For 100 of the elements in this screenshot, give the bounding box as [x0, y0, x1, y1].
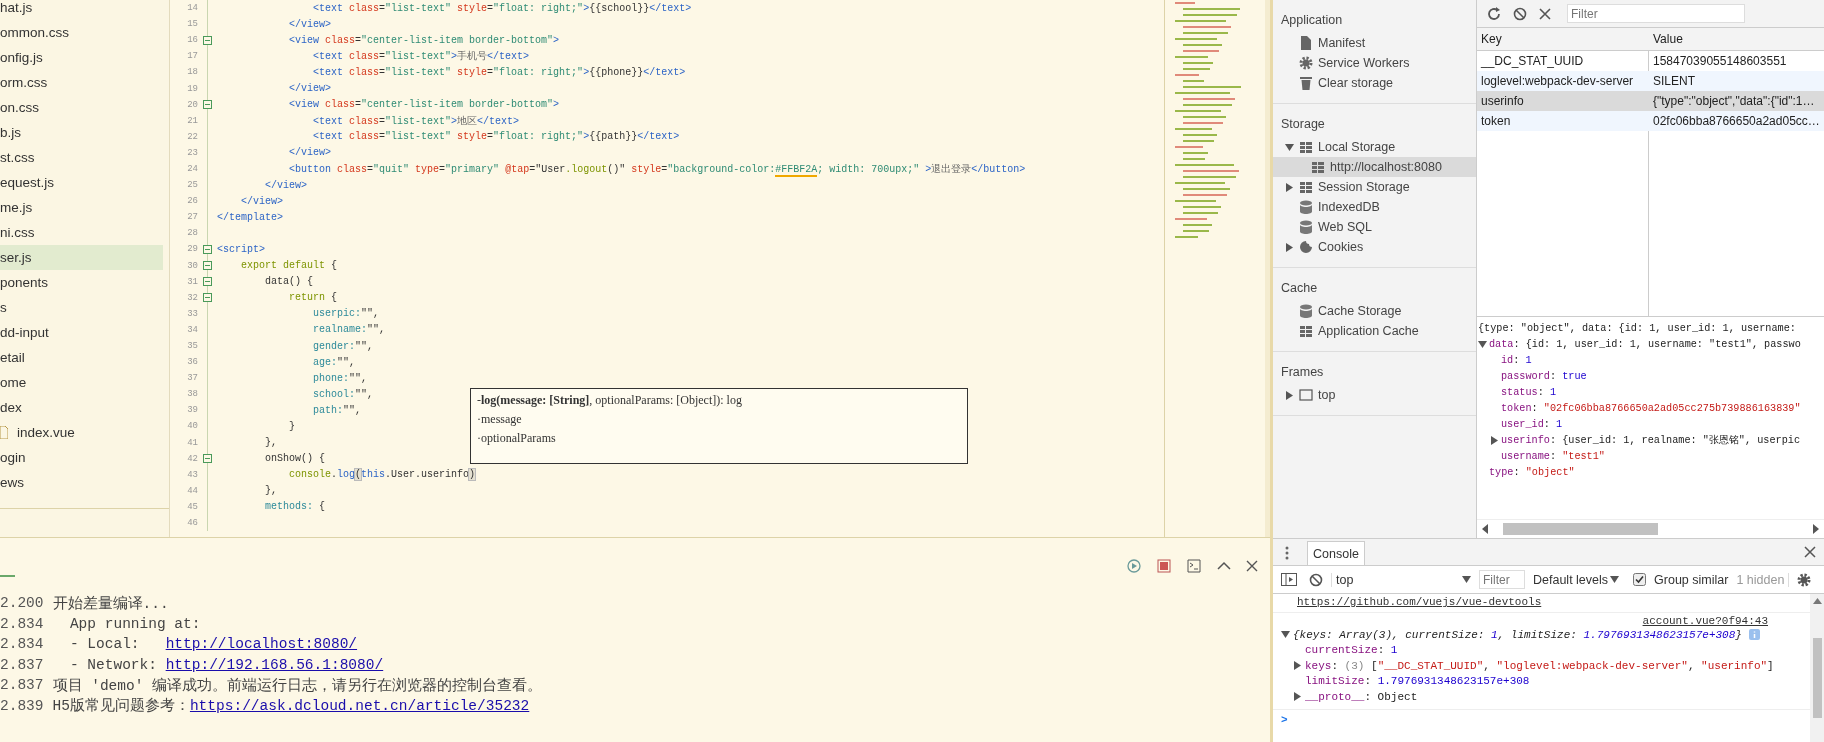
- close-icon[interactable]: [1246, 560, 1258, 572]
- column-header[interactable]: Value: [1649, 32, 1824, 46]
- prompt-caret[interactable]: >: [1281, 713, 1288, 726]
- source-link[interactable]: account.vue?0f94:43: [1642, 615, 1768, 627]
- sidebar-item[interactable]: Clear storage: [1318, 76, 1394, 90]
- restart-icon[interactable]: [1126, 558, 1142, 574]
- column-header[interactable]: Key: [1477, 32, 1649, 46]
- log-message: - Local: http://localhost:8080/: [68, 636, 358, 653]
- fold-minus-icon[interactable]: [203, 100, 212, 110]
- terminal-icon[interactable]: [1186, 558, 1202, 574]
- triangle-down-icon[interactable]: [1281, 630, 1290, 640]
- sidebar-item[interactable]: Cookies: [1318, 240, 1364, 254]
- database-icon: [1299, 304, 1313, 318]
- block-icon[interactable]: [1309, 572, 1323, 587]
- file-tree-item[interactable]: onfig.js: [0, 50, 43, 65]
- table-row[interactable]: token 02fc06bba8766650a2ad05cc…: [1477, 111, 1824, 131]
- file-tree-item[interactable]: dd-input: [0, 325, 49, 340]
- fold-minus-icon[interactable]: [203, 277, 212, 287]
- property-line: password: true: [1501, 370, 1587, 382]
- line-number: 22: [186, 131, 198, 142]
- settings-icon[interactable]: [1797, 572, 1812, 587]
- file-tree-item[interactable]: ommon.css: [0, 25, 70, 40]
- property-line: data: {id: 1, user_id: 1, username: "test1", passwo: [1489, 338, 1801, 350]
- sidebar-item[interactable]: Web SQL: [1318, 220, 1372, 234]
- sidebar-item[interactable]: Session Storage: [1318, 180, 1410, 194]
- file-tree-item[interactable]: hat.js: [0, 0, 33, 15]
- triangle-right-icon[interactable]: [1293, 661, 1302, 671]
- file-tree-item[interactable]: ews: [0, 475, 24, 490]
- code-line: <button class="quit" type="primary" @tap="User.logout()" style="background-color:#FFBF2A; width: 700upx;" >退出登录</button>: [288, 162, 1026, 176]
- file-tree-item[interactable]: dex: [0, 400, 22, 415]
- triangle-right-icon[interactable]: [1285, 242, 1294, 252]
- triangle-right-icon[interactable]: [1285, 182, 1294, 192]
- line-number: 14: [186, 3, 198, 14]
- refresh-icon[interactable]: [1487, 6, 1501, 21]
- caret-down-icon[interactable]: [1610, 576, 1620, 583]
- stop-icon[interactable]: [1156, 558, 1172, 574]
- sidebar-item[interactable]: Application Cache: [1318, 324, 1419, 338]
- triangle-down-icon[interactable]: [1285, 142, 1294, 152]
- sidebar-item[interactable]: Local Storage: [1318, 140, 1396, 154]
- file-tree-item[interactable]: ponents: [0, 275, 49, 290]
- checkbox[interactable]: [1633, 573, 1647, 586]
- sidebar-item[interactable]: Service Workers: [1318, 56, 1410, 70]
- code-line: },: [264, 485, 277, 497]
- sidebar-item[interactable]: Cache Storage: [1318, 304, 1402, 318]
- line-number: 41: [186, 437, 198, 448]
- fold-minus-icon[interactable]: [203, 244, 212, 254]
- close-icon[interactable]: [1804, 546, 1816, 558]
- scroll-left-icon[interactable]: [1481, 524, 1489, 534]
- file-tree-item[interactable]: me.js: [0, 200, 33, 215]
- fold-minus-icon[interactable]: [203, 261, 212, 271]
- file-tree-item[interactable]: ni.css: [0, 225, 35, 240]
- log-link[interactable]: http://localhost:8080/: [165, 636, 358, 653]
- triangle-right-icon[interactable]: [1293, 692, 1302, 702]
- scroll-up-icon[interactable]: [1812, 598, 1822, 604]
- log-link[interactable]: http://192.168.56.1:8080/: [165, 656, 384, 673]
- file-tree-item[interactable]: b.js: [0, 125, 21, 140]
- sidebar-toggle-icon[interactable]: [1281, 573, 1297, 586]
- levels-dropdown[interactable]: Default levels: [1533, 572, 1609, 587]
- sidebar-item[interactable]: IndexedDB: [1318, 200, 1380, 214]
- scrollbar-thumb[interactable]: [1812, 638, 1822, 718]
- triangle-down-icon[interactable]: [1478, 339, 1487, 349]
- fold-minus-icon[interactable]: [203, 293, 212, 303]
- sidebar-item[interactable]: Manifest: [1318, 36, 1366, 50]
- triangle-right-icon[interactable]: [1285, 390, 1294, 400]
- code-line: age:"",: [312, 356, 356, 368]
- table-row[interactable]: __DC_STAT_UUID 15847039055148603551: [1477, 51, 1824, 71]
- file-tree-item[interactable]: ome: [0, 375, 27, 390]
- file-tree-item[interactable]: ogin: [0, 450, 26, 465]
- line-number: 15: [186, 19, 198, 30]
- close-icon[interactable]: [1539, 7, 1551, 20]
- file-tree-item[interactable]: orm.css: [0, 75, 48, 90]
- file-tree-item[interactable]: s: [0, 300, 7, 315]
- file-tree-item[interactable]: on.css: [0, 100, 40, 115]
- context-select[interactable]: top: [1331, 572, 1471, 587]
- link[interactable]: https://github.com/vuejs/vue-devtools: [1297, 596, 1542, 608]
- code-line: return {: [288, 292, 338, 304]
- sidebar-item[interactable]: top: [1318, 388, 1336, 402]
- log-link[interactable]: https://ask.dcloud.net.cn/article/35232: [189, 698, 530, 715]
- file-tree-item[interactable]: etail: [0, 350, 25, 365]
- scrollbar-thumb[interactable]: [1503, 523, 1658, 535]
- line-number: 28: [186, 228, 198, 239]
- code-line: </view>: [264, 179, 307, 191]
- file-tree-item[interactable]: st.css: [0, 150, 35, 165]
- filter-field[interactable]: Filter: [1479, 570, 1525, 589]
- fold-minus-icon[interactable]: [203, 454, 212, 464]
- filter-field[interactable]: Filter: [1567, 4, 1745, 23]
- block-icon[interactable]: [1513, 6, 1527, 21]
- table-row[interactable]: loglevel:webpack-dev-server SILENT: [1477, 71, 1824, 91]
- file-tree-item[interactable]: index.vue: [17, 425, 75, 440]
- line-number: 34: [186, 324, 198, 335]
- file-tree-item[interactable]: equest.js: [0, 175, 55, 190]
- fold-minus-icon[interactable]: [203, 35, 212, 45]
- table-row[interactable]: userinfo {"type":"object","data":{"id":1…: [1477, 91, 1824, 111]
- triangle-right-icon[interactable]: [1490, 435, 1499, 445]
- line-number: 36: [186, 357, 198, 368]
- file-tree-item[interactable]: ser.js: [0, 250, 32, 265]
- log-timestamp: 2.839: [0, 697, 44, 714]
- more-vertical-icon[interactable]: [1285, 546, 1289, 560]
- console-tab[interactable]: Console: [1307, 541, 1365, 565]
- scroll-right-icon[interactable]: [1812, 524, 1820, 534]
